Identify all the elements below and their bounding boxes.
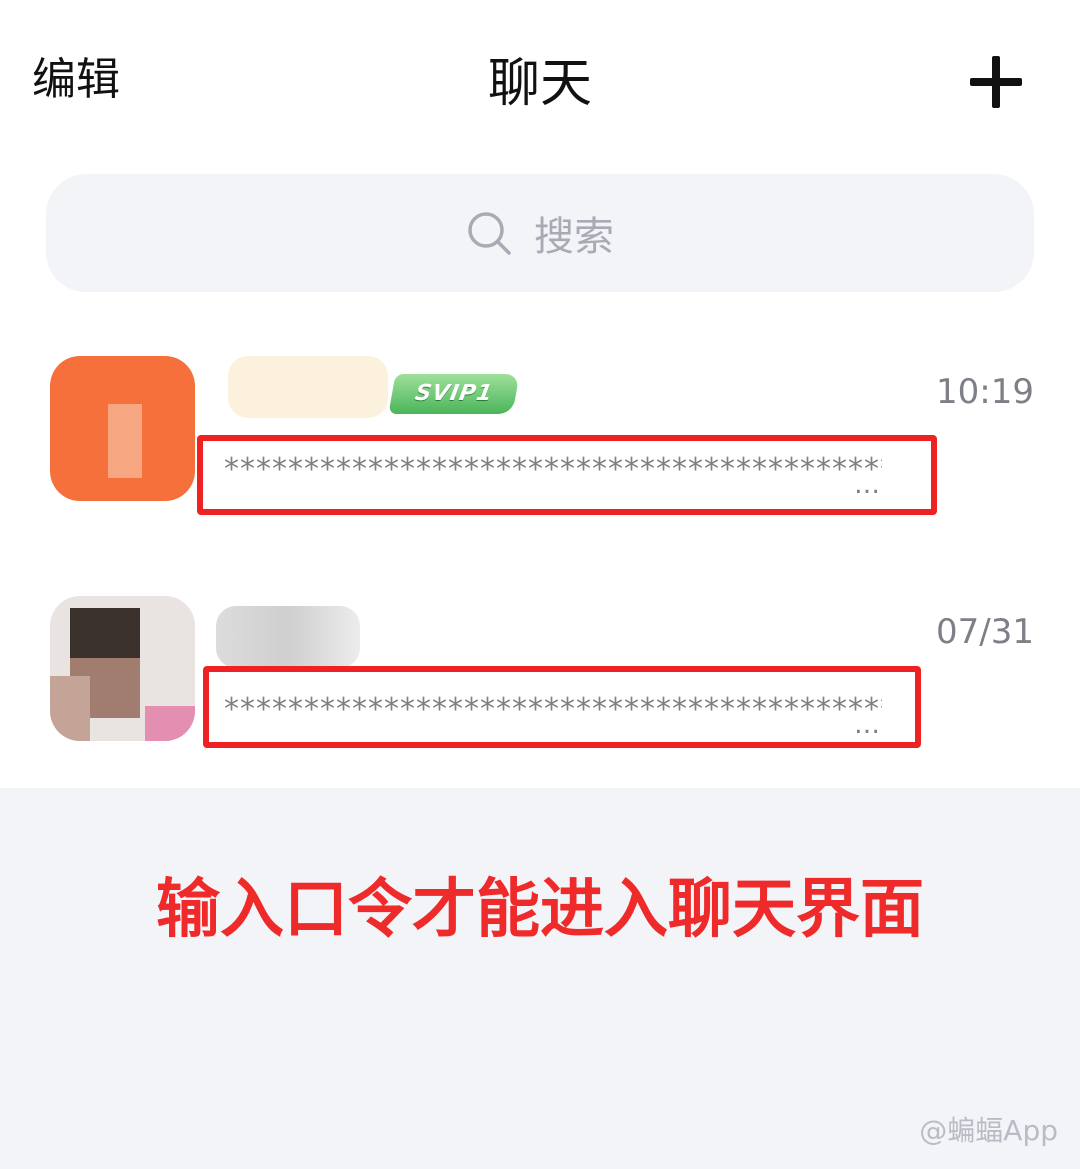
avatar-pixelation (50, 676, 90, 741)
search-placeholder: 搜索 (534, 214, 614, 260)
annotation-text: 输入口令才能进入聊天界面 (156, 873, 924, 947)
contact-name-blurred (228, 356, 388, 418)
avatar[interactable] (50, 356, 195, 501)
contact-name-blurred (216, 606, 360, 668)
message-time: 10:19 (936, 372, 1034, 412)
highlight-box (197, 435, 937, 515)
avatar-pixelation (108, 404, 142, 478)
search-icon (468, 212, 511, 255)
app-header: 编辑 聊天 (0, 0, 1080, 160)
avatar-pixelation (145, 706, 195, 741)
search-content: 搜索 (46, 174, 1034, 292)
watermark: @蝙蝠App (919, 1114, 1058, 1147)
conversation-item[interactable]: SVIP1 10:19 ****************************… (0, 320, 1080, 550)
svip-badge: SVIP1 (388, 374, 520, 414)
conversation-list: SVIP1 10:19 ****************************… (0, 320, 1080, 788)
bottom-panel: 输入口令才能进入聊天界面 @蝙蝠App (0, 788, 1080, 1169)
avatar-pixelation (70, 608, 140, 658)
avatar[interactable] (50, 596, 195, 741)
highlight-box (203, 666, 921, 748)
conversation-item[interactable]: 07/31 **********************************… (0, 560, 1080, 790)
plus-icon[interactable] (966, 52, 1026, 112)
search-bar[interactable]: 搜索 (46, 174, 1034, 292)
page-title: 聊天 (487, 54, 592, 114)
message-time: 07/31 (936, 612, 1034, 652)
